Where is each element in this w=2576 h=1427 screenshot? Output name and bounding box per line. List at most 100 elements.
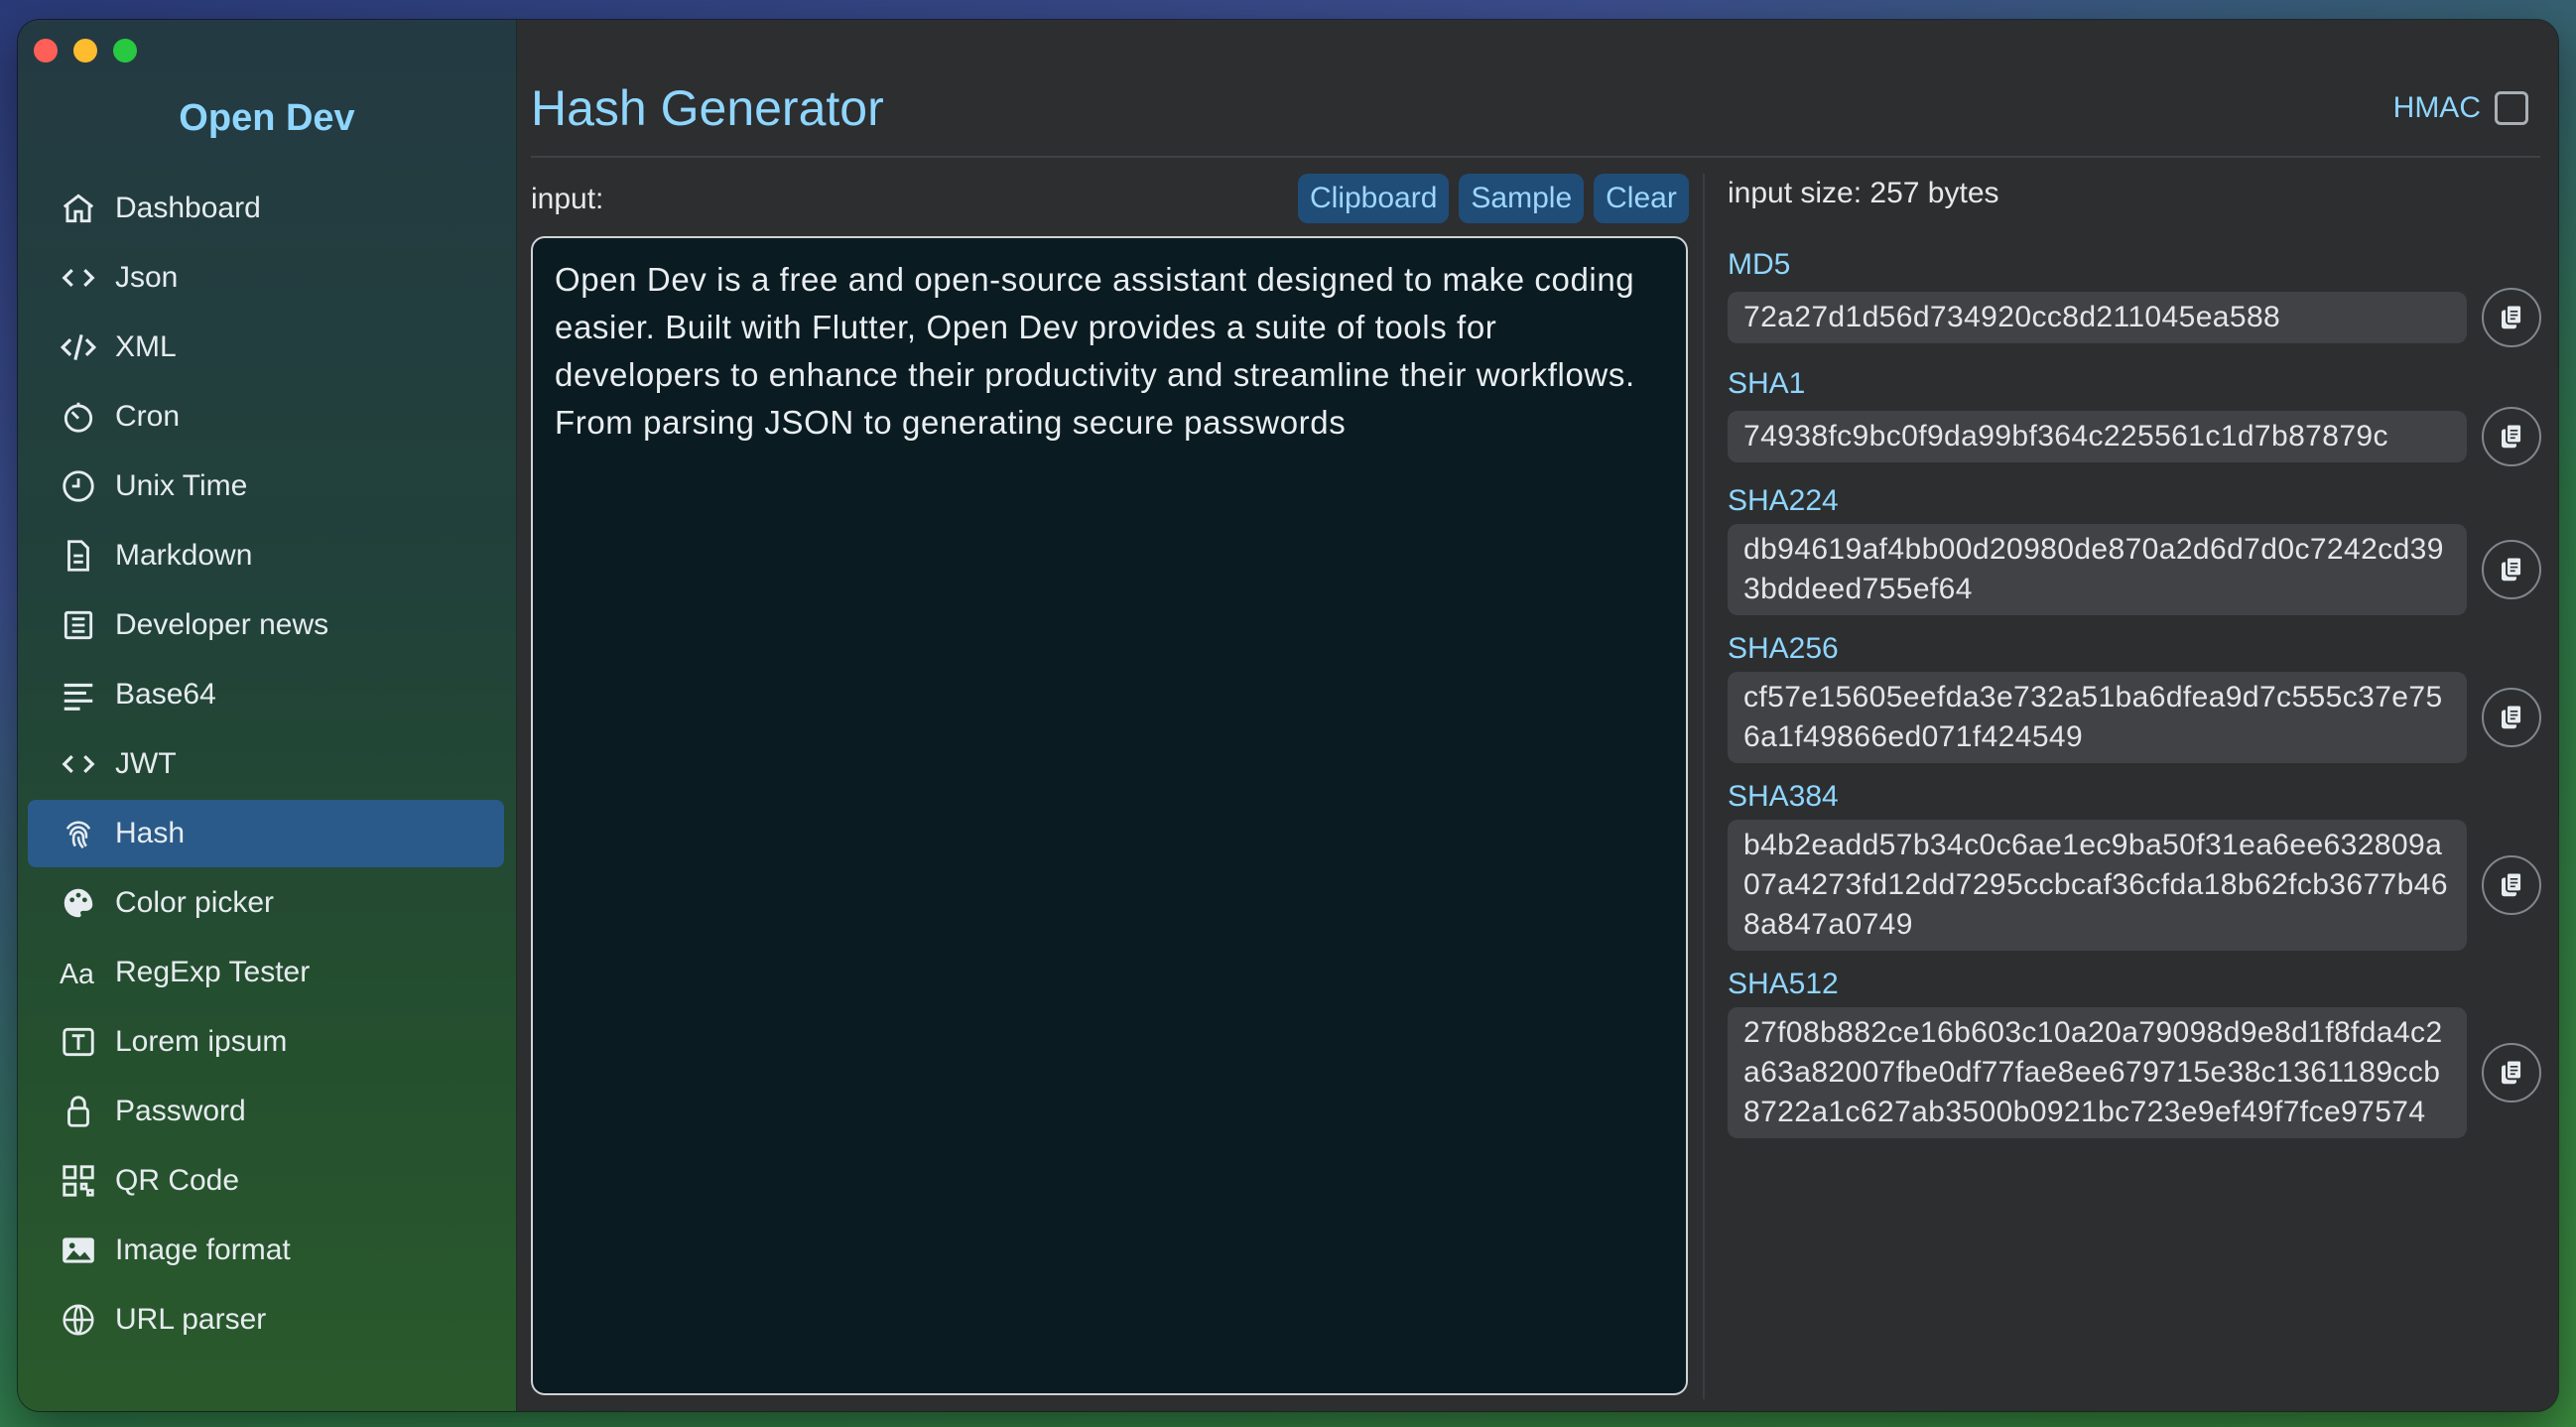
sidebar-item-unix-time[interactable]: Unix Time xyxy=(28,453,504,520)
copy-icon xyxy=(2497,422,2526,452)
hash-block-sha384: SHA384 b4b2eadd57b34c0c6ae1ec9ba50f31ea6e… xyxy=(1728,780,2541,951)
copy-icon xyxy=(2497,1058,2526,1088)
sidebar-item-label: Password xyxy=(115,1095,246,1127)
sidebar-nav: Dashboard Json XML Cron Unix Time Markdown Dev… xyxy=(28,175,504,1356)
sidebar-item-url-parser[interactable]: URL parser xyxy=(28,1286,504,1354)
copy-sha512-button[interactable] xyxy=(2482,1043,2541,1103)
sidebar-item-xml[interactable]: XML xyxy=(28,314,504,381)
copy-sha384-button[interactable] xyxy=(2482,855,2541,915)
hash-row: 27f08b882ce16b603c10a20a79098d9e8d1f8fda… xyxy=(1728,1007,2541,1138)
sidebar-item-label: JWT xyxy=(115,747,177,780)
document-icon xyxy=(58,535,99,577)
copy-sha1-button[interactable] xyxy=(2482,407,2541,466)
hmac-label: HMAC xyxy=(2392,91,2481,124)
hash-row: db94619af4bb00d20980de870a2d6d7d0c7242cd… xyxy=(1728,524,2541,615)
hash-label: SHA512 xyxy=(1728,968,1839,1000)
lines-icon xyxy=(58,674,99,715)
sidebar-item-color-picker[interactable]: Color picker xyxy=(28,869,504,937)
image-icon xyxy=(58,1230,99,1271)
zoom-window-button[interactable] xyxy=(113,39,137,63)
sidebar-item-json[interactable]: Json xyxy=(28,244,504,312)
sidebar-item-label: Markdown xyxy=(115,539,253,572)
qr-code-icon xyxy=(58,1160,99,1202)
palette-icon xyxy=(58,882,99,924)
input-textarea[interactable]: Open Dev is a free and open-source assis… xyxy=(531,236,1688,1395)
sidebar-item-regexp-tester[interactable]: Aa RegExp Tester xyxy=(28,939,504,1006)
sidebar-item-label: Unix Time xyxy=(115,469,248,502)
sidebar-item-dashboard[interactable]: Dashboard xyxy=(28,175,504,242)
sidebar-item-password[interactable]: Password xyxy=(28,1078,504,1145)
panel-divider xyxy=(1703,174,1705,1399)
copy-sha224-button[interactable] xyxy=(2482,540,2541,599)
app-window: Open Dev Dashboard Json XML Cron Unix Time Ma… xyxy=(18,20,2558,1411)
hash-value-md5[interactable]: 72a27d1d56d734920cc8d211045ea588 xyxy=(1728,292,2467,343)
code-icon xyxy=(58,257,99,299)
hash-label: SHA1 xyxy=(1728,367,1806,400)
hash-value-sha384[interactable]: b4b2eadd57b34c0c6ae1ec9ba50f31ea6ee63280… xyxy=(1728,820,2467,951)
svg-text:Aa: Aa xyxy=(60,959,94,990)
timer-icon xyxy=(58,396,99,438)
hash-block-sha512: SHA512 27f08b882ce16b603c10a20a79098d9e8d… xyxy=(1728,968,2541,1138)
input-actions: Clipboard Sample Clear xyxy=(1298,174,1689,223)
header-divider xyxy=(531,156,2540,158)
hash-value-sha256[interactable]: cf57e15605eefda3e732a51ba6dfea9d7c555c37… xyxy=(1728,672,2467,763)
globe-icon xyxy=(58,1299,99,1341)
window-controls xyxy=(34,39,137,63)
hmac-toggle[interactable]: HMAC xyxy=(2393,91,2528,125)
sidebar-item-label: XML xyxy=(115,330,177,363)
copy-icon xyxy=(2497,303,2526,332)
code-icon xyxy=(58,743,99,785)
hash-value-sha1[interactable]: 74938fc9bc0f9da99bf364c225561c1d7b87879c xyxy=(1728,411,2467,462)
sidebar-item-label: Dashboard xyxy=(115,192,261,224)
sample-button[interactable]: Sample xyxy=(1459,174,1585,223)
copy-md5-button[interactable] xyxy=(2482,288,2541,347)
sidebar-item-label: RegExp Tester xyxy=(115,956,311,988)
hash-row: cf57e15605eefda3e732a51ba6dfea9d7c555c37… xyxy=(1728,672,2541,763)
sidebar-item-label: URL parser xyxy=(115,1303,267,1336)
sidebar-item-label: QR Code xyxy=(115,1164,240,1197)
hash-value-sha512[interactable]: 27f08b882ce16b603c10a20a79098d9e8d1f8fda… xyxy=(1728,1007,2467,1138)
app-title: Open Dev xyxy=(179,97,355,139)
copy-sha256-button[interactable] xyxy=(2482,688,2541,747)
sidebar-item-cron[interactable]: Cron xyxy=(28,383,504,451)
fingerprint-icon xyxy=(58,813,99,854)
sidebar-item-developer-news[interactable]: Developer news xyxy=(28,591,504,659)
sidebar-item-base64[interactable]: Base64 xyxy=(28,661,504,728)
sidebar-item-hash[interactable]: Hash xyxy=(28,800,504,867)
hash-label: SHA224 xyxy=(1728,484,1839,517)
newspaper-icon xyxy=(58,604,99,646)
copy-icon xyxy=(2497,555,2526,584)
hmac-checkbox[interactable] xyxy=(2495,91,2528,125)
main-panel: Hash Generator HMAC input: Clipboard Sam… xyxy=(517,20,2558,1411)
sidebar-item-image-format[interactable]: Image format xyxy=(28,1217,504,1284)
hash-row: 74938fc9bc0f9da99bf364c225561c1d7b87879c xyxy=(1728,407,2541,466)
minimize-window-button[interactable] xyxy=(73,39,97,63)
sidebar-item-label: Lorem ipsum xyxy=(115,1025,288,1058)
text-aa-icon: Aa xyxy=(58,952,99,993)
copy-icon xyxy=(2497,703,2526,732)
clock-icon xyxy=(58,465,99,507)
sidebar: Open Dev Dashboard Json XML Cron Unix Time Ma… xyxy=(18,20,517,1411)
hash-block-sha256: SHA256 cf57e15605eefda3e732a51ba6dfea9d7c… xyxy=(1728,632,2541,763)
sidebar-item-markdown[interactable]: Markdown xyxy=(28,522,504,589)
close-window-button[interactable] xyxy=(34,39,58,63)
sidebar-item-label: Image format xyxy=(115,1233,291,1266)
input-size: input size: 257 bytes xyxy=(1728,177,1999,209)
sidebar-item-label: Hash xyxy=(115,817,186,849)
clipboard-button[interactable]: Clipboard xyxy=(1298,174,1450,223)
hash-label: MD5 xyxy=(1728,248,1791,281)
sidebar-item-label: Developer news xyxy=(115,608,329,641)
sidebar-item-label: Color picker xyxy=(115,886,275,919)
hash-value-sha224[interactable]: db94619af4bb00d20980de870a2d6d7d0c7242cd… xyxy=(1728,524,2467,615)
hash-block-sha224: SHA224 db94619af4bb00d20980de870a2d6d7d0c… xyxy=(1728,484,2541,615)
lock-icon xyxy=(58,1091,99,1132)
sidebar-item-label: Json xyxy=(115,261,179,294)
clear-button[interactable]: Clear xyxy=(1594,174,1689,223)
hash-label: SHA384 xyxy=(1728,780,1839,813)
sidebar-item-qr-code[interactable]: QR Code xyxy=(28,1147,504,1215)
sidebar-item-lorem-ipsum[interactable]: Lorem ipsum xyxy=(28,1008,504,1076)
sidebar-item-jwt[interactable]: JWT xyxy=(28,730,504,798)
hash-block-md5: MD5 72a27d1d56d734920cc8d211045ea588 xyxy=(1728,248,2541,347)
hash-row: 72a27d1d56d734920cc8d211045ea588 xyxy=(1728,288,2541,347)
page-title: Hash Generator xyxy=(531,80,884,136)
